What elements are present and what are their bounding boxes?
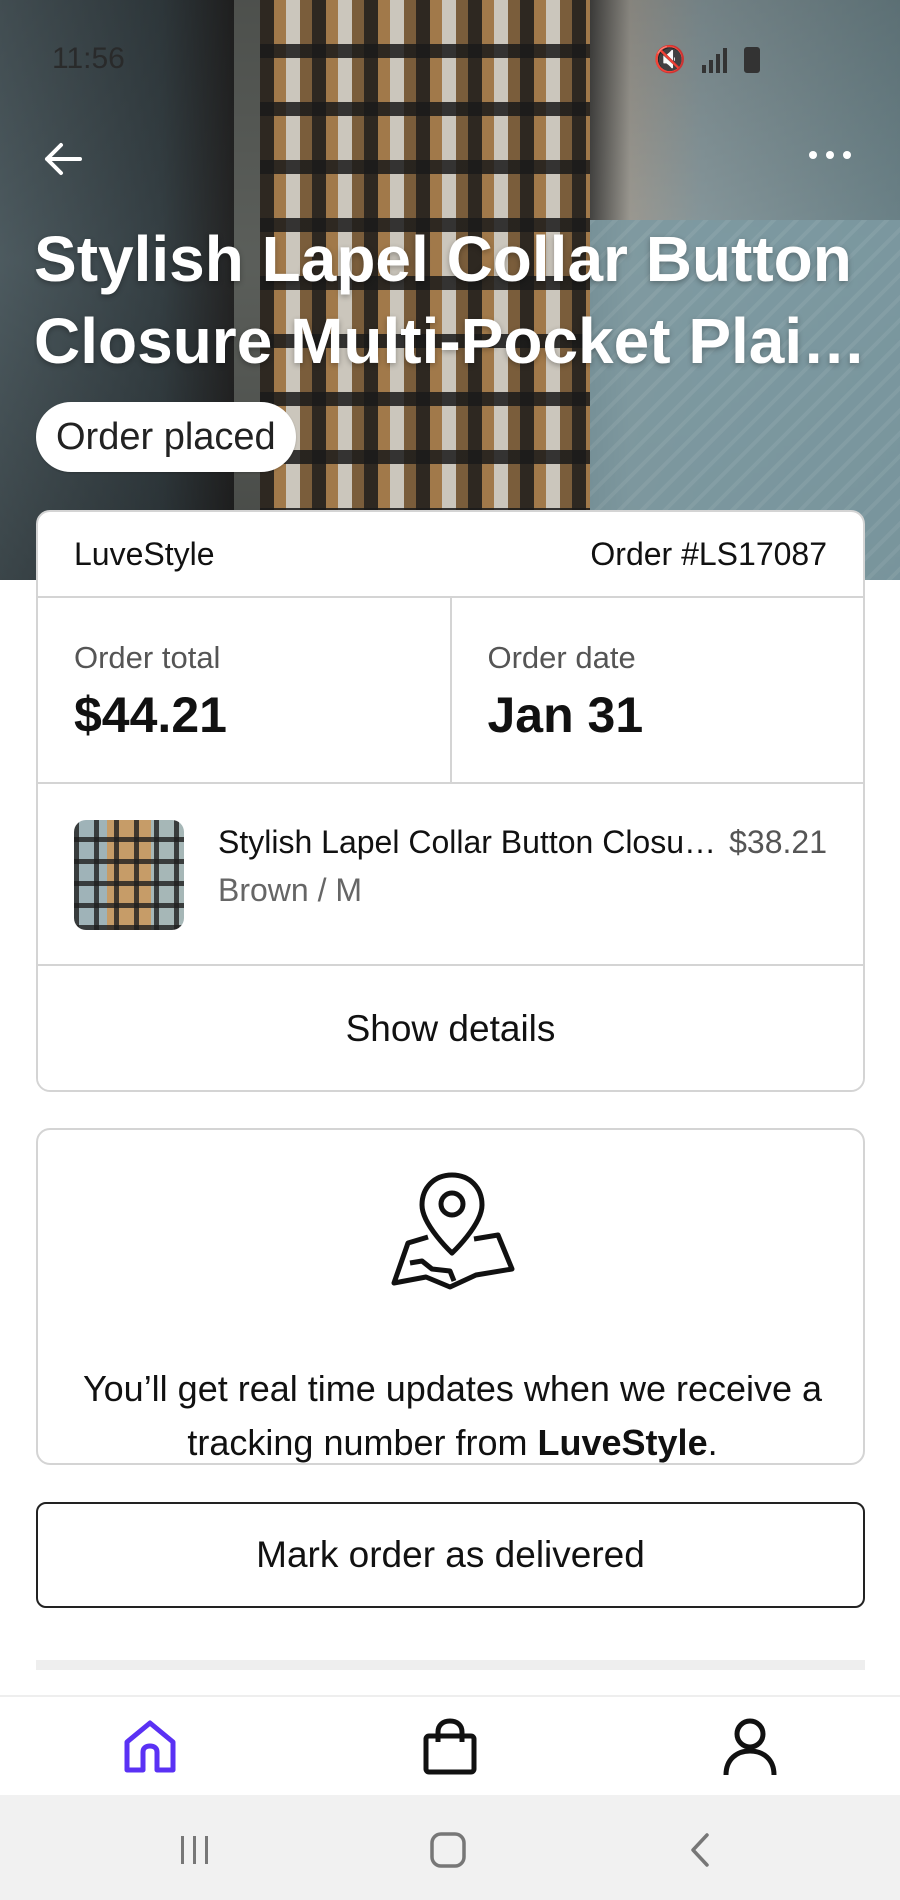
- tracking-message: You’ll get real time updates when we rec…: [68, 1362, 837, 1470]
- tracking-card: You’ll get real time updates when we rec…: [36, 1128, 865, 1465]
- mark-delivered-button[interactable]: Mark order as delivered: [36, 1502, 865, 1608]
- battery-icon: [744, 46, 760, 73]
- home-system-button[interactable]: [423, 1825, 473, 1875]
- home-square-icon: [430, 1832, 466, 1868]
- order-card-header: LuveStyle Order #LS17087: [38, 512, 863, 598]
- nav-home[interactable]: [118, 1715, 182, 1779]
- order-status-badge: Order placed: [36, 402, 296, 472]
- order-date-label: Order date: [487, 640, 636, 675]
- order-date-value: Jan 31: [487, 687, 644, 743]
- status-bar: 11:56 🔇: [0, 0, 900, 110]
- back-system-button[interactable]: [675, 1825, 725, 1875]
- order-number: Order #LS17087: [590, 535, 827, 572]
- home-icon: [124, 1720, 176, 1773]
- system-nav-bar: [0, 1795, 900, 1900]
- section-divider: [36, 1660, 865, 1670]
- user-icon: [723, 1718, 777, 1776]
- item-variant: Brown / M: [218, 872, 363, 908]
- bottom-nav: [0, 1695, 900, 1795]
- recent-apps-button[interactable]: [170, 1825, 220, 1875]
- nav-profile[interactable]: [718, 1715, 782, 1779]
- order-line-item[interactable]: Stylish Lapel Collar Button Closure Mult…: [38, 784, 863, 966]
- map-pin-icon: [391, 1172, 515, 1290]
- nav-shop[interactable]: [418, 1715, 482, 1779]
- product-thumbnail: [74, 820, 184, 930]
- more-options-button[interactable]: [800, 135, 860, 175]
- show-details-button[interactable]: Show details: [38, 966, 863, 1090]
- tracking-message-suffix: .: [707, 1422, 718, 1463]
- order-total-label: Order total: [74, 640, 221, 675]
- arrow-left-icon: [45, 143, 82, 175]
- status-icons: 🔇: [654, 44, 760, 75]
- store-name: LuveStyle: [74, 535, 215, 572]
- order-stats: Order total $44.21 Order date Jan 31: [38, 598, 863, 784]
- status-time: 11:56: [52, 42, 125, 75]
- signal-icon: [702, 47, 727, 73]
- recent-apps-icon: [181, 1836, 208, 1864]
- chevron-left-icon: [691, 1833, 709, 1867]
- order-date: Order date Jan 31: [449, 598, 864, 782]
- order-summary-card: LuveStyle Order #LS17087 Order total $44…: [36, 510, 865, 1092]
- order-total-value: $44.21: [74, 687, 227, 743]
- more-icon: [809, 151, 851, 159]
- hero-image: 11:56 🔇 Stylish Lapel Collar Button Clos…: [0, 0, 900, 580]
- product-title: Stylish Lapel Collar Button Closure Mult…: [34, 223, 852, 377]
- item-name: Stylish Lapel Collar Button Closure Mult…: [218, 824, 718, 860]
- item-price: $38.21: [729, 824, 827, 860]
- back-button[interactable]: [36, 132, 90, 186]
- mute-icon: 🔇: [653, 44, 686, 74]
- shopping-bag-icon: [423, 1718, 477, 1775]
- tracking-store-name: LuveStyle: [537, 1422, 708, 1463]
- order-total: Order total $44.21: [38, 598, 450, 782]
